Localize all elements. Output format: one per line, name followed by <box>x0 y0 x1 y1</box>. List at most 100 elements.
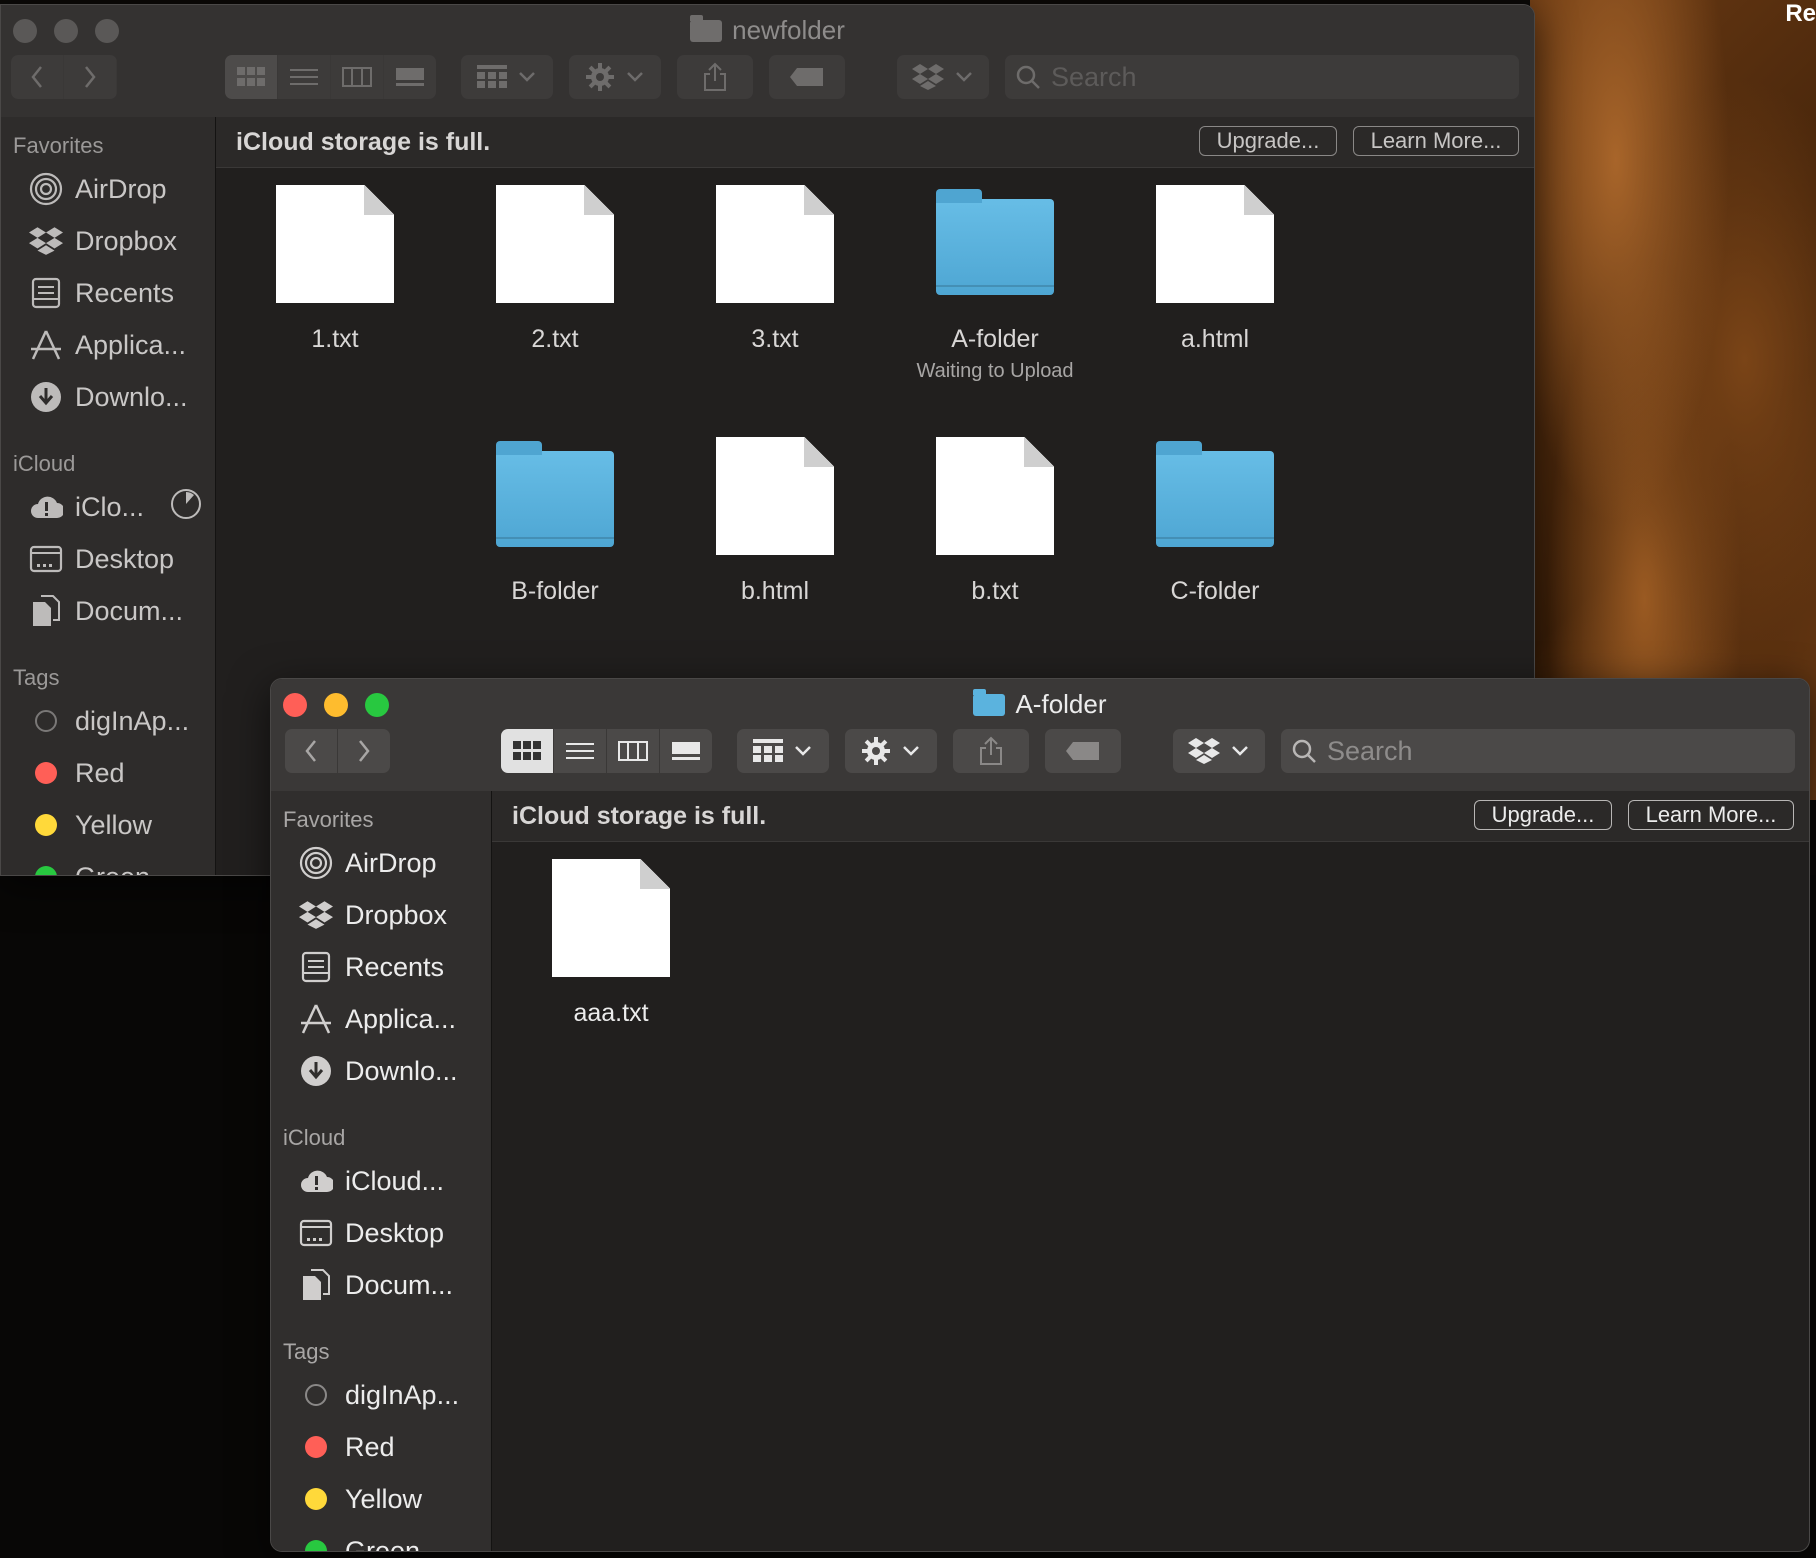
file-item[interactable]: 3.txt <box>675 185 875 354</box>
file-name: A-folder <box>951 325 1039 353</box>
folder-item[interactable]: C-folder <box>1115 437 1315 606</box>
sidebar-item-label: Red <box>345 1431 395 1462</box>
tags-button[interactable] <box>1045 729 1121 773</box>
sidebar-item-airdrop[interactable]: AirDrop <box>299 841 437 885</box>
forward-button[interactable] <box>64 55 117 99</box>
sidebar-header-favorites: Favorites <box>283 807 374 832</box>
titlebar[interactable]: newfolder Search <box>1 5 1534 118</box>
document-icon <box>1155 185 1275 305</box>
tag-icon <box>790 68 823 86</box>
sidebar-item-icloud-drive[interactable]: iClo... <box>29 485 202 529</box>
sidebar-item-airdrop[interactable]: AirDrop <box>29 167 167 211</box>
sidebar-tag-diginap[interactable]: digInAp... <box>29 699 189 743</box>
sidebar-tag-yellow[interactable]: Yellow <box>299 1477 422 1521</box>
sidebar-tag-diginap[interactable]: digInAp... <box>299 1373 459 1417</box>
share-button[interactable] <box>953 729 1029 773</box>
desktop-icon <box>29 542 63 576</box>
document-icon <box>935 437 1055 557</box>
window-title: A-folder <box>271 688 1809 720</box>
sidebar-item-dropbox[interactable]: Dropbox <box>299 893 447 937</box>
action-menu-button[interactable] <box>845 729 937 773</box>
sidebar-tag-green[interactable]: Green <box>299 1529 421 1552</box>
sidebar-item-desktop[interactable]: Desktop <box>299 1211 444 1255</box>
document-icon <box>551 859 671 979</box>
search-icon <box>1016 65 1040 89</box>
sidebar-item-recents[interactable]: Recents <box>299 945 444 989</box>
icon-view-button[interactable] <box>225 55 278 99</box>
sidebar-item-documents[interactable]: Docum... <box>29 589 183 633</box>
cloud-warning-icon <box>29 490 63 524</box>
chevron-right-icon <box>359 740 370 762</box>
upgrade-button[interactable]: Upgrade... <box>1199 126 1337 156</box>
cloud-warning-icon <box>299 1164 333 1198</box>
tags-button[interactable] <box>769 55 845 99</box>
chevron-left-icon <box>31 66 42 88</box>
sidebar-item-documents[interactable]: Docum... <box>299 1263 453 1307</box>
file-item[interactable]: b.txt <box>895 437 1095 606</box>
group-by-button[interactable] <box>461 55 553 99</box>
sidebar-item-label: Desktop <box>345 1217 445 1248</box>
file-item[interactable]: a.html <box>1115 185 1315 354</box>
sidebar-tag-green[interactable]: Green <box>29 855 150 876</box>
sidebar-item-dropbox[interactable]: Dropbox <box>29 219 177 263</box>
sidebar-item-recents[interactable]: Recents <box>29 271 174 315</box>
dropbox-button[interactable] <box>1173 729 1265 773</box>
file-name: 1.txt <box>311 325 359 353</box>
airdrop-icon <box>29 172 63 206</box>
learn-more-button[interactable]: Learn More... <box>1628 800 1794 830</box>
sidebar-item-applications[interactable]: Applica... <box>29 323 186 367</box>
forward-button[interactable] <box>338 729 390 773</box>
icon-view-button[interactable] <box>501 729 554 773</box>
learn-more-button[interactable]: Learn More... <box>1353 126 1519 156</box>
group-by-button[interactable] <box>737 729 829 773</box>
icloud-full-banner: iCloud storage is full. Upgrade... Learn… <box>492 791 1809 842</box>
sidebar-item-applications[interactable]: Applica... <box>299 997 456 1041</box>
search-field[interactable]: Search <box>1005 55 1519 99</box>
window-title: newfolder <box>1 14 1534 46</box>
back-button[interactable] <box>11 55 64 99</box>
folder-item[interactable]: B-folder <box>455 437 655 606</box>
file-item[interactable]: 2.txt <box>455 185 655 354</box>
desktop-icon <box>299 1216 333 1250</box>
sidebar-item-downloads[interactable]: Downlo... <box>29 375 188 419</box>
list-view-button[interactable] <box>554 729 607 773</box>
icloud-full-banner: iCloud storage is full. Upgrade... Learn… <box>216 117 1534 168</box>
titlebar[interactable]: A-folder Search <box>271 679 1809 792</box>
file-item[interactable]: b.html <box>675 437 875 606</box>
sidebar-item-label: Downlo... <box>75 381 188 412</box>
file-item[interactable]: aaa.txt <box>511 859 711 1028</box>
list-view-button[interactable] <box>278 55 331 99</box>
gallery-view-button[interactable] <box>660 729 712 773</box>
folder-item[interactable]: A-folder Waiting to Upload <box>895 185 1095 383</box>
back-button[interactable] <box>285 729 338 773</box>
gallery-view-button[interactable] <box>384 55 436 99</box>
share-button[interactable] <box>677 55 753 99</box>
file-name: a.html <box>1180 325 1250 353</box>
sidebar-item-label: Yellow <box>345 1483 423 1514</box>
tag-icon <box>1066 742 1099 760</box>
chevron-down-icon <box>795 746 811 756</box>
action-menu-button[interactable] <box>569 55 661 99</box>
sidebar-item-desktop[interactable]: Desktop <box>29 537 174 581</box>
grid-icon <box>237 67 265 86</box>
sidebar-item-label: Docum... <box>75 595 184 626</box>
sidebar-item-downloads[interactable]: Downlo... <box>299 1049 458 1093</box>
documents-icon <box>299 1268 333 1302</box>
sidebar-item-icloud-drive[interactable]: iCloud... <box>299 1159 444 1203</box>
tag-yellow-dot-icon <box>35 814 57 836</box>
sidebar-item-label: Green <box>345 1535 421 1552</box>
column-view-button[interactable] <box>331 55 384 99</box>
sidebar-tag-red[interactable]: Red <box>299 1425 395 1469</box>
sidebar-item-label: Green <box>75 862 150 876</box>
search-field[interactable]: Search <box>1281 729 1795 773</box>
finder-window-a-folder[interactable]: A-folder Search Favorites AirDrop Dropbo… <box>270 678 1810 1552</box>
tag-green-dot-icon <box>305 1540 327 1551</box>
column-view-button[interactable] <box>607 729 660 773</box>
upgrade-button[interactable]: Upgrade... <box>1474 800 1612 830</box>
sidebar-tag-yellow[interactable]: Yellow <box>29 803 152 847</box>
dropbox-button[interactable] <box>897 55 989 99</box>
file-name: aaa.txt <box>573 999 649 1027</box>
sidebar-tag-red[interactable]: Red <box>29 751 125 795</box>
sidebar-item-label: iClo... <box>75 491 145 522</box>
file-item[interactable]: 1.txt <box>235 185 435 354</box>
